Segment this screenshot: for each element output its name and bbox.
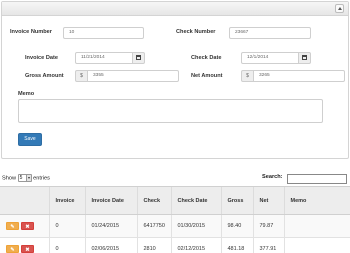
- invoice-date-input[interactable]: 11/21/2014: [75, 52, 133, 64]
- column-header-net[interactable]: Net: [252, 186, 284, 215]
- calendar-icon: [302, 54, 307, 60]
- cell-net: 377.91: [252, 237, 284, 253]
- cell-net: 79.87: [252, 214, 284, 238]
- invoice-form-panel: Invoice Number 10 Check Number 23667 Inv…: [1, 1, 349, 159]
- check-number-input[interactable]: 23667: [229, 27, 311, 39]
- table-header-row: Invoice Invoice Date Check Check Date Gr…: [0, 186, 350, 215]
- memo-textarea[interactable]: [18, 99, 323, 123]
- net-amount-label: Net Amount: [191, 73, 223, 79]
- search-input[interactable]: [287, 174, 347, 184]
- cell-check: 6417750: [136, 214, 171, 238]
- cell-invoice: 0: [48, 237, 85, 253]
- column-header-invoice[interactable]: Invoice: [48, 186, 85, 215]
- column-header-check-date[interactable]: Check Date: [170, 186, 221, 215]
- memo-label: Memo: [18, 91, 35, 97]
- cell-gross: 98.40: [220, 214, 253, 238]
- net-amount-input[interactable]: 3265: [253, 70, 345, 82]
- show-label: Show: [2, 175, 16, 182]
- cell-invoice-date: 02/06/2015: [84, 237, 137, 253]
- panel-header: [2, 2, 348, 16]
- entries-length-control: Show 5 entries: [2, 174, 50, 182]
- cell-memo: [283, 214, 350, 238]
- check-date-input[interactable]: 12/1/2014: [241, 52, 299, 64]
- invoice-number-input[interactable]: 10: [63, 27, 144, 39]
- gross-amount-input[interactable]: 3355: [87, 70, 179, 82]
- cell-check-date: 01/30/2015: [170, 214, 221, 238]
- row-actions: ✎ ✖: [0, 237, 49, 253]
- chevron-down-icon: [25, 175, 31, 181]
- cell-gross: 481.18: [220, 237, 253, 253]
- payments-table: Invoice Invoice Date Check Check Date Gr…: [0, 186, 350, 253]
- column-header-check[interactable]: Check: [136, 186, 171, 215]
- cell-invoice: 0: [48, 214, 85, 238]
- entries-label: entries: [33, 175, 50, 182]
- table-row: ✎ ✖ 0 01/24/2015 6417750 01/30/2015 98.40…: [0, 214, 350, 238]
- delete-button[interactable]: ✖: [21, 245, 34, 253]
- pencil-icon: ✎: [10, 224, 15, 230]
- table-row: ✎ ✖ 0 02/06/2015 2810 02/12/2015 481.18 3…: [0, 237, 350, 253]
- check-date-picker-button[interactable]: [298, 52, 311, 64]
- edit-button[interactable]: ✎: [6, 245, 19, 253]
- cell-check-date: 02/12/2015: [170, 237, 221, 253]
- cell-memo: [283, 237, 350, 253]
- row-actions: ✎ ✖: [0, 214, 49, 238]
- chevron-up-icon[interactable]: [335, 4, 344, 13]
- column-header-memo[interactable]: Memo: [283, 186, 350, 215]
- entries-select[interactable]: 5: [17, 174, 32, 182]
- cell-invoice-date: 01/24/2015: [84, 214, 137, 238]
- column-header-actions: [0, 186, 49, 215]
- close-icon: ✖: [25, 247, 30, 253]
- invoice-number-label: Invoice Number: [10, 29, 52, 35]
- search-label: Search:: [262, 174, 283, 180]
- check-date-label: Check Date: [191, 55, 222, 61]
- calendar-icon: [136, 54, 141, 60]
- gross-amount-label: Gross Amount: [25, 73, 64, 79]
- column-header-invoice-date[interactable]: Invoice Date: [84, 186, 137, 215]
- column-header-gross[interactable]: Gross: [220, 186, 253, 215]
- check-number-label: Check Number: [176, 29, 216, 35]
- delete-button[interactable]: ✖: [21, 222, 34, 230]
- entries-select-value: 5: [19, 175, 23, 181]
- invoice-date-picker-button[interactable]: [132, 52, 145, 64]
- edit-button[interactable]: ✎: [6, 222, 19, 230]
- save-button[interactable]: Save: [18, 133, 42, 146]
- pencil-icon: ✎: [10, 247, 15, 253]
- invoice-date-label: Invoice Date: [25, 55, 58, 61]
- cell-check: 2810: [136, 237, 171, 253]
- close-icon: ✖: [25, 224, 30, 230]
